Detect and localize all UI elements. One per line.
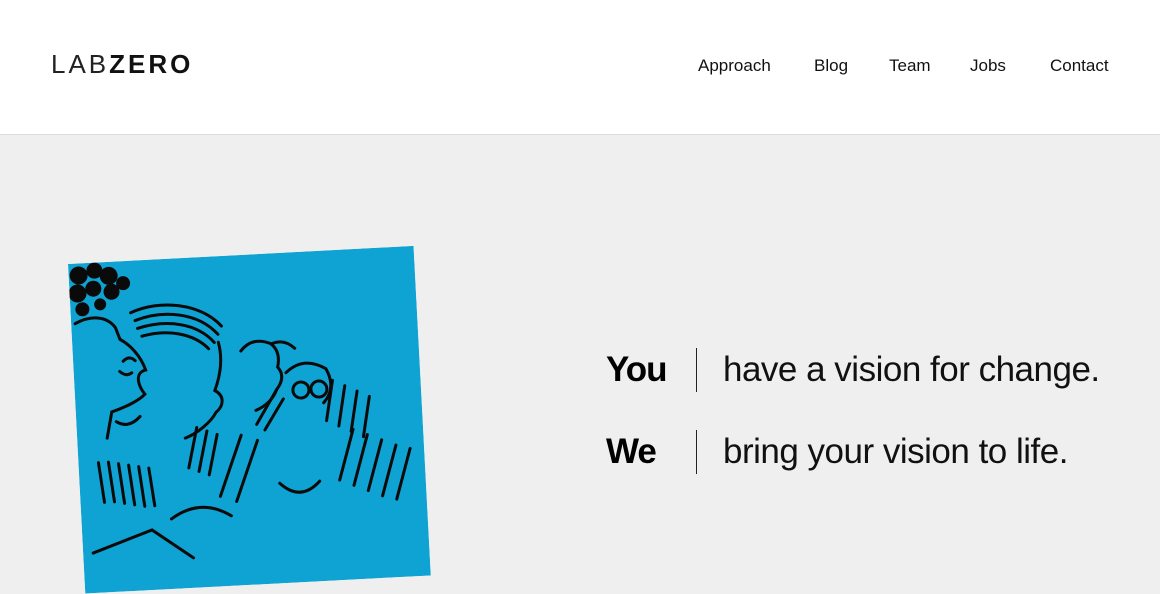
nav-blog[interactable]: Blog: [814, 54, 848, 78]
tagline-divider: [696, 348, 697, 392]
people-sketch-illustration: [68, 245, 431, 594]
tagline-who: You: [606, 350, 668, 389]
hero-section: You have a vision for change. We bring y…: [0, 136, 1160, 594]
nav-jobs[interactable]: Jobs: [970, 54, 1006, 78]
tagline-you: You have a vision for change.: [606, 346, 1100, 394]
nav-contact[interactable]: Contact: [1050, 54, 1109, 78]
main-nav: Approach Blog Team Jobs Contact: [0, 54, 1160, 78]
tagline-text: have a vision for change.: [723, 350, 1100, 389]
tagline-text: bring your vision to life.: [723, 432, 1068, 471]
nav-team[interactable]: Team: [889, 54, 931, 78]
tagline-who: We: [606, 432, 657, 471]
tagline-we: We bring your vision to life.: [606, 428, 1068, 476]
tagline-divider: [696, 430, 697, 474]
nav-approach[interactable]: Approach: [698, 54, 771, 78]
site-header: LABZERO Approach Blog Team Jobs Contact: [0, 0, 1160, 135]
